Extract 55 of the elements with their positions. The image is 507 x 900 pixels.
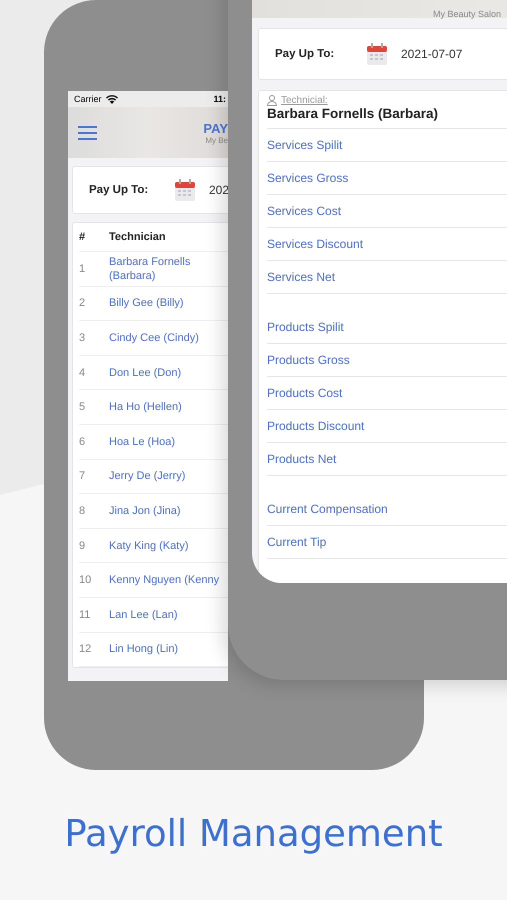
row-number: 7 xyxy=(79,470,86,482)
calendar-icon[interactable] xyxy=(367,43,387,65)
menu-icon[interactable] xyxy=(78,126,97,140)
technician-link[interactable]: Ha Ho (Hellen) xyxy=(109,400,224,414)
payroll-item[interactable]: Services Cost xyxy=(267,204,342,218)
technician-link[interactable]: Katy King (Katy) xyxy=(109,538,224,553)
pay-date[interactable]: 2021-07-07 xyxy=(401,47,462,61)
pay-up-to-label: Pay Up To: xyxy=(89,184,150,196)
technician-link[interactable]: Lan Lee (Lan) xyxy=(109,608,224,622)
caption: Payroll Management xyxy=(63,812,444,855)
payroll-item[interactable]: Products Cost xyxy=(267,386,342,400)
payroll-item[interactable]: Services Gross xyxy=(267,171,348,185)
row-number: 5 xyxy=(79,401,86,414)
technician-link[interactable]: Hoa Le (Hoa) xyxy=(109,434,224,449)
technician-label: Technicial: xyxy=(281,95,328,106)
person-icon xyxy=(267,95,277,106)
pay-date[interactable]: 202 xyxy=(209,183,228,197)
row-number: 9 xyxy=(79,540,86,552)
technician-name: Barbara Fornells (Barbara) xyxy=(267,106,507,129)
payroll-item[interactable]: Products Spilit xyxy=(267,320,344,334)
row-number: 3 xyxy=(79,332,86,344)
row-number: 8 xyxy=(79,504,86,517)
calendar-icon[interactable] xyxy=(175,179,195,201)
payroll-item[interactable]: Current Compensation xyxy=(267,502,388,516)
salon-name: My Be xyxy=(205,136,228,144)
row-number: 1 xyxy=(79,262,86,275)
technician-link[interactable]: Kenny Nguyen (Kenny xyxy=(109,573,224,588)
technician-link[interactable]: Lin Hong (Lin) xyxy=(109,642,224,656)
salon-name: My Beauty Salon xyxy=(432,9,502,19)
row-number: 6 xyxy=(79,436,86,448)
technician-link[interactable]: Barbara Fornells (Barbara) xyxy=(109,254,224,283)
payroll-item[interactable]: Current Tip xyxy=(267,535,326,549)
column-header: # xyxy=(79,231,86,243)
technician-link[interactable]: Don Lee (Don) xyxy=(109,366,224,380)
row-number: 4 xyxy=(79,366,86,379)
row-number: 12 xyxy=(79,643,92,656)
payroll-item[interactable]: Products Net xyxy=(267,452,336,466)
wifi-icon xyxy=(106,94,118,104)
row-number: 2 xyxy=(79,297,86,310)
status-time: 11: xyxy=(213,94,226,104)
payroll-item[interactable]: Products Gross xyxy=(267,353,350,367)
payroll-item[interactable]: Services Net xyxy=(267,270,336,284)
column-header: Technician xyxy=(109,230,167,244)
technician-link[interactable]: Billy Gee (Billy) xyxy=(109,296,224,310)
technician-link[interactable]: Jerry De (Jerry) xyxy=(109,469,224,484)
payroll-item[interactable]: Services Spilit xyxy=(267,138,342,152)
payroll-item[interactable]: Services Discount xyxy=(267,237,364,251)
technician-link[interactable]: Cindy Cee (Cindy) xyxy=(109,330,224,345)
row-number: 10 xyxy=(79,574,92,586)
pay-up-to-label: Pay Up To: xyxy=(275,48,336,60)
technician-link[interactable]: Jina Jon (Jina) xyxy=(109,504,224,518)
app-title: PAY xyxy=(203,120,228,136)
row-number: 11 xyxy=(79,608,92,621)
payroll-item[interactable]: Products Discount xyxy=(267,419,364,433)
carrier-label: Carrier xyxy=(74,94,102,104)
